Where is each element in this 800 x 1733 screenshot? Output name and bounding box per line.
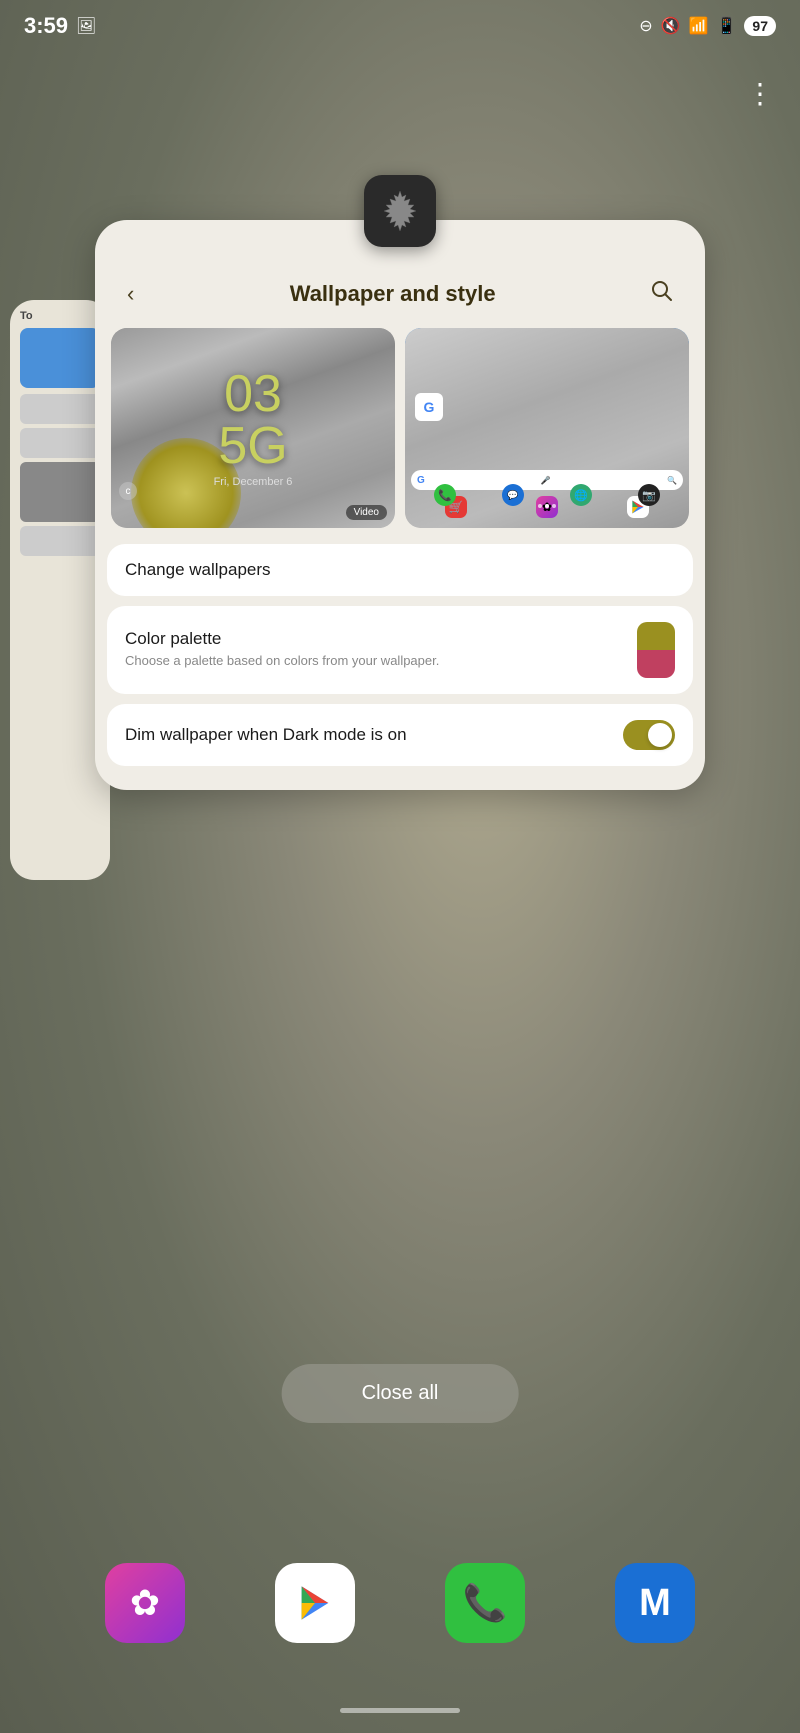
bg-card-blue-section	[20, 328, 100, 388]
phone-icon: 📞	[463, 1582, 508, 1624]
overflow-menu-button[interactable]: ⋮	[746, 80, 776, 108]
search-button[interactable]	[643, 276, 681, 312]
dim-wallpaper-row: Dim wallpaper when Dark mode is on	[125, 720, 675, 750]
back-button[interactable]: ‹	[119, 277, 142, 311]
battery-level: 97	[744, 16, 776, 36]
bg-card-item-3	[20, 462, 100, 522]
palette-top	[637, 622, 675, 650]
do-not-disturb-icon: ⊖	[639, 16, 652, 36]
color-palette-desc: Choose a palette based on colors from yo…	[125, 652, 439, 670]
lock-date: Fri, December 6	[214, 476, 293, 488]
phone-dock-icon[interactable]: 📞	[445, 1563, 525, 1643]
change-wallpapers-row: Change wallpapers	[125, 560, 675, 580]
google-letter: G	[424, 399, 435, 415]
lock-min: 5G	[218, 420, 287, 472]
play-store-icon-large	[295, 1583, 335, 1623]
settings-card: ‹ Wallpaper and style 03 5G Fri, Decembe…	[95, 220, 705, 790]
lock-screen-content: 03 5G Fri, December 6	[111, 328, 395, 528]
color-palette-label: Color palette	[125, 629, 439, 649]
wifi-icon: 📶	[689, 16, 709, 36]
change-wallpapers-item[interactable]: Change wallpapers	[107, 544, 693, 596]
status-left: 3:59 🖼	[24, 13, 96, 39]
bg-card-label: To	[20, 310, 100, 322]
bg-card-item-1	[20, 394, 100, 424]
status-right: ⊖ 🔇 📶 📱 97	[639, 16, 776, 36]
photo-icon: 🖼	[76, 16, 96, 36]
bg-card-item-4	[20, 526, 100, 556]
gallery-icon: ✿	[130, 1582, 160, 1624]
gear-icon	[376, 187, 424, 235]
chat-icon-small: 💬	[502, 484, 524, 506]
play-store-dock-icon[interactable]	[275, 1563, 355, 1643]
palette-bottom	[637, 650, 675, 678]
bg-card-item-2	[20, 428, 100, 458]
mute-icon: 🔇	[661, 16, 681, 36]
camera-icon-small: 📷	[638, 484, 660, 506]
toggle-knob	[648, 723, 672, 747]
lock-screen-preview[interactable]: 03 5G Fri, December 6 c Video	[111, 328, 395, 528]
browser-icon-small: 🌐	[570, 484, 592, 506]
status-bar: 3:59 🖼 ⊖ 🔇 📶 📱 97	[0, 0, 800, 52]
google-app-icon: G	[415, 393, 443, 421]
dim-wallpaper-label: Dim wallpaper when Dark mode is on	[125, 725, 407, 745]
change-wallpapers-label: Change wallpapers	[125, 560, 271, 580]
gallery-dock-icon[interactable]: ✿	[105, 1563, 185, 1643]
wallpaper-previews: 03 5G Fri, December 6 c Video ⛅ 10° Rain…	[95, 328, 705, 544]
search-icon	[651, 280, 673, 302]
home-screen-preview[interactable]: ⛅ 10° Rain possible after 9PM Sun -- 13°…	[405, 328, 689, 528]
messages-letter: M	[639, 1582, 671, 1625]
color-palette-item[interactable]: Color palette Choose a palette based on …	[107, 606, 693, 694]
palette-icon	[637, 622, 675, 678]
signal-icon: 📱	[717, 16, 737, 36]
card-title: Wallpaper and style	[142, 281, 643, 307]
dim-wallpaper-item[interactable]: Dim wallpaper when Dark mode is on	[107, 704, 693, 766]
app-dock: ✿ 📞 M	[0, 1563, 800, 1643]
messages-dock-icon[interactable]: M	[615, 1563, 695, 1643]
phone-icon-small: 📞	[434, 484, 456, 506]
dim-wallpaper-toggle[interactable]	[623, 720, 675, 750]
close-all-button[interactable]: Close all	[282, 1364, 519, 1423]
home-indicator[interactable]	[340, 1708, 460, 1713]
settings-section: Change wallpapers Color palette Choose a…	[95, 544, 705, 766]
lock-circle-icon: c	[119, 482, 137, 500]
status-time: 3:59	[24, 13, 68, 39]
lock-hour: 03	[224, 368, 282, 420]
video-badge: Video	[346, 505, 387, 520]
color-palette-row: Color palette Choose a palette based on …	[125, 622, 675, 678]
color-palette-text: Color palette Choose a palette based on …	[125, 629, 439, 670]
settings-app-icon	[364, 175, 436, 247]
home-bottom-dock: 📞 💬 🌐 📷	[405, 484, 689, 506]
